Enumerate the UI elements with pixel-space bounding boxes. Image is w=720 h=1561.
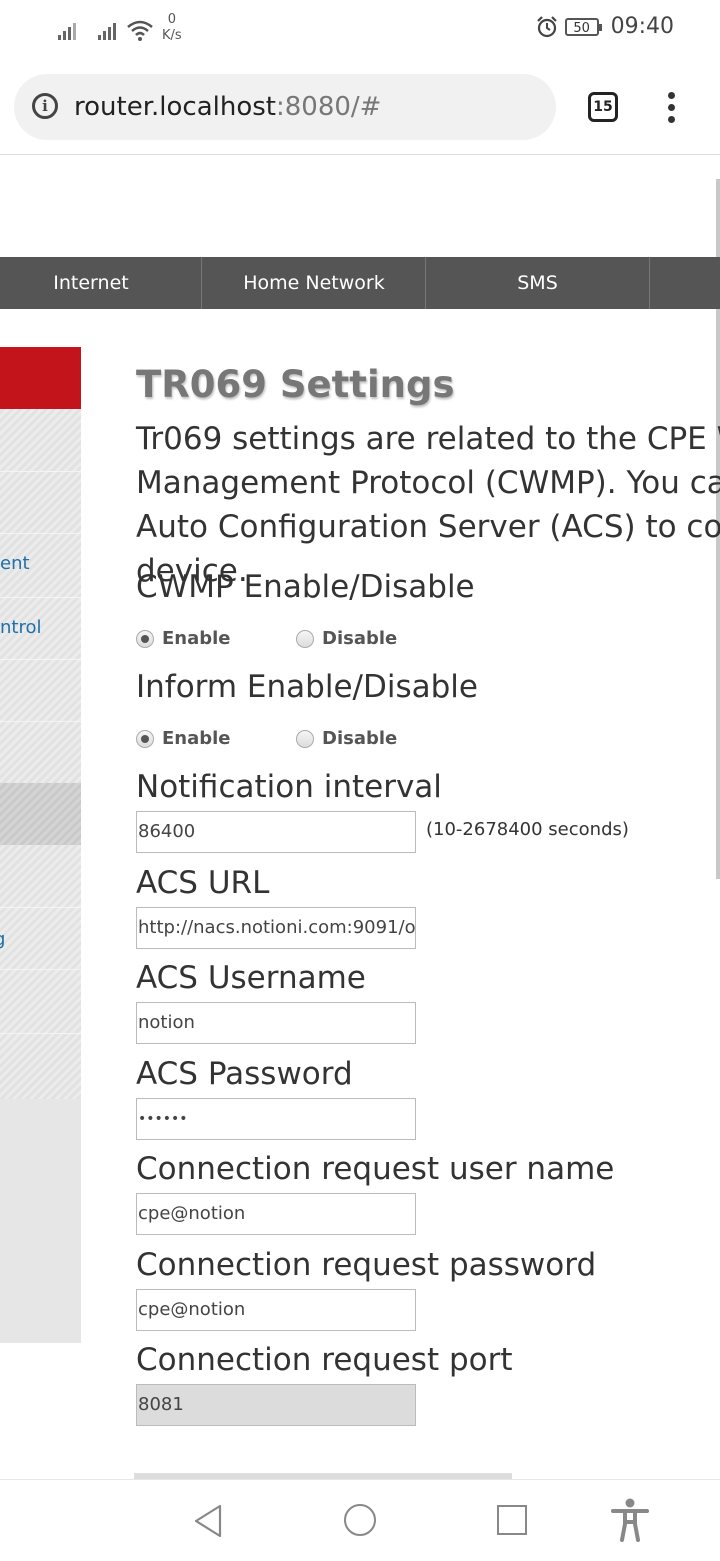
connection-request-port-label: Connection request port xyxy=(136,1342,513,1378)
notification-interval-hint: (10-2678400 seconds) xyxy=(426,819,629,840)
cwmp-enable-radio[interactable]: Enable xyxy=(136,628,231,649)
recent-apps-icon[interactable] xyxy=(497,1505,527,1535)
acs-username-input[interactable]: notion xyxy=(136,1002,416,1044)
main-nav: Internet Home Network SMS xyxy=(0,257,720,309)
tab-switcher-button[interactable]: 15 xyxy=(588,92,618,122)
connection-request-username-input[interactable]: cpe@notion xyxy=(136,1193,416,1235)
nav-item-internet[interactable]: Internet xyxy=(0,257,182,309)
home-icon[interactable] xyxy=(344,1504,376,1536)
back-icon[interactable] xyxy=(192,1504,224,1538)
sidebar: ent ntrol g xyxy=(0,347,81,1343)
notification-interval-label: Notification interval xyxy=(136,769,442,805)
sidebar-link[interactable]: g xyxy=(0,929,5,950)
address-bar[interactable]: i router.localhost:8080/# xyxy=(14,74,556,140)
clock: 09:40 xyxy=(610,14,674,39)
battery-icon: 50 xyxy=(564,17,602,36)
sidebar-link[interactable]: ent xyxy=(0,553,30,574)
sidebar-header xyxy=(0,347,81,409)
connection-request-password-label: Connection request password xyxy=(136,1247,597,1283)
nav-item-home-network[interactable]: Home Network xyxy=(202,257,426,309)
notification-interval-input[interactable]: 86400 xyxy=(136,811,416,853)
browser-toolbar: i router.localhost:8080/# 15 xyxy=(0,62,720,155)
cwmp-disable-radio[interactable]: Disable xyxy=(296,628,397,649)
connection-request-password-input[interactable]: cpe@notion xyxy=(136,1289,416,1331)
web-page: Internet Home Network SMS ent ntrol g TR… xyxy=(0,155,720,1479)
system-navigation-bar xyxy=(0,1479,720,1561)
overflow-menu-icon[interactable] xyxy=(668,92,676,128)
acs-url-label: ACS URL xyxy=(136,865,270,901)
alarm-icon xyxy=(536,15,557,37)
status-bar: 0 K/s 50 09:40 xyxy=(0,0,720,62)
signal-icon xyxy=(98,20,120,40)
nav-item-sms[interactable]: SMS xyxy=(426,257,649,309)
info-icon[interactable]: i xyxy=(32,93,58,119)
sidebar-item-active[interactable] xyxy=(0,783,81,845)
wifi-icon xyxy=(127,20,153,41)
accessibility-icon[interactable] xyxy=(610,1498,650,1542)
inform-label: Inform Enable/Disable xyxy=(136,669,478,705)
signal-icon xyxy=(58,20,80,40)
acs-username-label: ACS Username xyxy=(136,960,366,996)
url-text[interactable]: router.localhost:8080/# xyxy=(74,92,381,122)
net-speed: 0 K/s xyxy=(162,12,182,43)
cwmp-label: CWMP Enable/Disable xyxy=(136,569,475,605)
acs-password-input[interactable]: •••••• xyxy=(136,1098,416,1140)
acs-url-input[interactable]: http://nacs.notioni.com:9091/openacs xyxy=(136,907,416,949)
page-title: TR069 Settings xyxy=(136,363,455,406)
connection-request-username-label: Connection request user name xyxy=(136,1151,615,1187)
sidebar-link[interactable]: ntrol xyxy=(0,617,41,638)
inform-enable-radio[interactable]: Enable xyxy=(136,728,231,749)
connection-request-port-input: 8081 xyxy=(136,1384,416,1426)
page-description: Tr069 settings are related to the CPE WA… xyxy=(136,421,720,589)
acs-password-label: ACS Password xyxy=(136,1056,353,1092)
inform-disable-radio[interactable]: Disable xyxy=(296,728,397,749)
